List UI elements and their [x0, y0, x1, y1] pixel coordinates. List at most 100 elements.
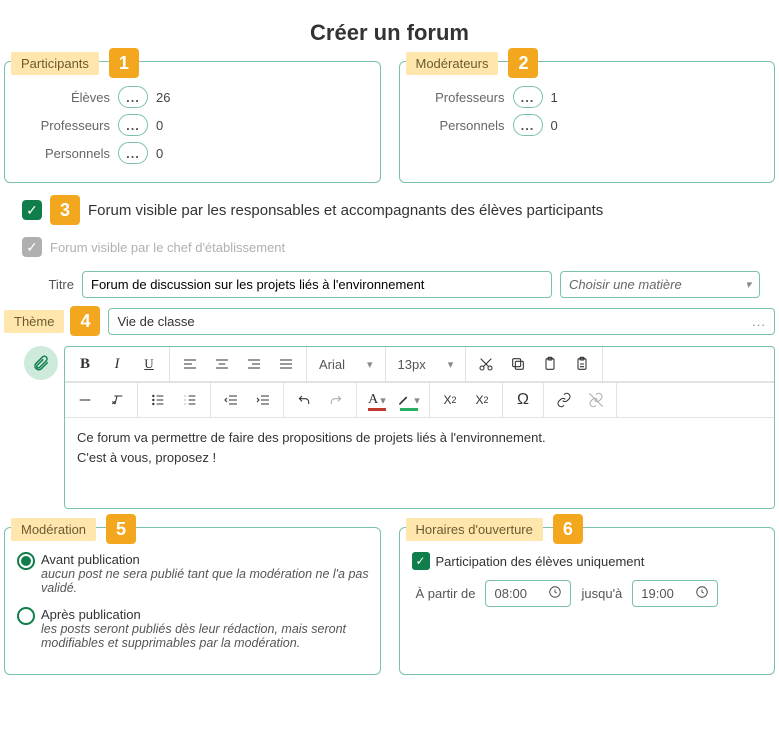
moderation-apres-hint: les posts seront publiés dès leur rédact… — [41, 622, 370, 650]
moderation-apres-title: Après publication — [41, 607, 370, 622]
theme-value: Vie de classe — [117, 314, 194, 329]
editor-content[interactable]: Ce forum va permettre de faire des propo… — [65, 418, 774, 508]
cut-button[interactable] — [472, 351, 500, 377]
mod-profs-picker-button[interactable]: ... — [513, 86, 543, 108]
italic-button[interactable]: I — [103, 351, 131, 377]
moderation-panel: Modération 5 Avant publication aucun pos… — [4, 527, 381, 675]
visible-chef-label: Forum visible par le chef d'établissemen… — [50, 240, 285, 255]
participation-label: Participation des élèves uniquement — [436, 554, 645, 569]
participants-eleves-row: Élèves ... 26 — [15, 86, 370, 108]
from-label: À partir de — [416, 586, 476, 601]
underline-button[interactable]: U — [135, 351, 163, 377]
chevron-down-icon: ▾ — [745, 278, 751, 291]
time-to-input[interactable]: 19:00 — [632, 580, 718, 607]
title-label: Titre — [34, 277, 74, 292]
to-label: jusqu'à — [581, 586, 622, 601]
theme-select[interactable]: Vie de classe ... — [108, 308, 775, 335]
visible-responsables-checkbox[interactable]: ✓ — [22, 200, 42, 220]
visible-chef-checkbox[interactable]: ✓ — [22, 237, 42, 257]
moderators-profs-row: Professeurs ... 1 — [410, 86, 765, 108]
clock-icon — [695, 585, 709, 602]
page-title: Créer un forum — [4, 20, 775, 46]
unlink-button[interactable] — [582, 387, 610, 413]
font-family-select[interactable]: Arial▾ — [313, 351, 379, 377]
mod-perso-label: Personnels — [410, 118, 505, 133]
moderation-avant-hint: aucun post ne sera publié tant que la mo… — [41, 567, 370, 595]
ol-button[interactable] — [176, 387, 204, 413]
eleves-picker-button[interactable]: ... — [118, 86, 148, 108]
participation-checkbox[interactable]: ✓ — [412, 552, 430, 570]
moderators-panel: Modérateurs 2 Professeurs ... 1 Personne… — [399, 61, 776, 183]
title-input[interactable] — [82, 271, 552, 298]
attach-button[interactable] — [24, 346, 58, 380]
profs-picker-button[interactable]: ... — [118, 114, 148, 136]
perso-picker-button[interactable]: ... — [118, 142, 148, 164]
step-badge-2: 2 — [508, 48, 538, 78]
content-line-1: Ce forum va permettre de faire des propo… — [77, 428, 762, 448]
hr-button[interactable] — [71, 387, 99, 413]
redo-button[interactable] — [322, 387, 350, 413]
moderators-label: Modérateurs — [406, 52, 499, 75]
participants-perso-row: Personnels ... 0 — [15, 142, 370, 164]
paste-button[interactable] — [536, 351, 564, 377]
participants-label: Participants — [11, 52, 99, 75]
step-badge-6: 6 — [553, 514, 583, 544]
mod-perso-count: 0 — [551, 118, 558, 133]
editor-toolbar: B I U Arial▾ 13px▾ — [65, 347, 774, 382]
visible-responsables-label: Forum visible par les responsables et ac… — [88, 202, 603, 219]
superscript-button[interactable]: X2 — [468, 387, 496, 413]
step-badge-4: 4 — [70, 306, 100, 336]
participants-panel: Participants 1 Élèves ... 26 Professeurs… — [4, 61, 381, 183]
horaires-panel: Horaires d'ouverture 6 ✓ Participation d… — [399, 527, 776, 675]
subscript-button[interactable]: X2 — [436, 387, 464, 413]
theme-label: Thème — [4, 310, 64, 333]
moderation-avant-radio[interactable] — [17, 552, 35, 570]
mod-perso-picker-button[interactable]: ... — [513, 114, 543, 136]
profs-count: 0 — [156, 118, 163, 133]
theme-more-icon: ... — [752, 314, 766, 329]
text-color-button[interactable]: A▾ — [363, 387, 391, 413]
link-button[interactable] — [550, 387, 578, 413]
mod-profs-count: 1 — [551, 90, 558, 105]
align-right-button[interactable] — [240, 351, 268, 377]
step-badge-1: 1 — [109, 48, 139, 78]
moderation-apres-radio[interactable] — [17, 607, 35, 625]
time-from-input[interactable]: 08:00 — [485, 580, 571, 607]
bold-button[interactable]: B — [71, 351, 99, 377]
time-to-value: 19:00 — [641, 586, 674, 601]
align-center-button[interactable] — [208, 351, 236, 377]
perso-count: 0 — [156, 146, 163, 161]
horaires-label: Horaires d'ouverture — [406, 518, 543, 541]
visible-chef-row: ✓ Forum visible par le chef d'établissem… — [22, 237, 775, 257]
subject-select[interactable]: Choisir une matière ▾ — [560, 271, 760, 298]
align-justify-button[interactable] — [272, 351, 300, 377]
highlight-color-button[interactable]: ▾ — [395, 387, 423, 413]
copy-button[interactable] — [504, 351, 532, 377]
eleves-count: 26 — [156, 90, 170, 105]
special-char-button[interactable]: Ω — [509, 387, 537, 413]
clear-format-button[interactable] — [103, 387, 131, 413]
paste-text-button[interactable] — [568, 351, 596, 377]
time-from-value: 08:00 — [494, 586, 527, 601]
outdent-button[interactable] — [217, 387, 245, 413]
rich-text-editor: B I U Arial▾ 13px▾ — [64, 346, 775, 509]
font-size-select[interactable]: 13px▾ — [392, 351, 460, 377]
align-left-button[interactable] — [176, 351, 204, 377]
moderation-label: Modération — [11, 518, 96, 541]
visible-responsables-row: ✓ 3 Forum visible par les responsables e… — [22, 195, 775, 225]
step-badge-3: 3 — [50, 195, 80, 225]
moderation-avant-title: Avant publication — [41, 552, 370, 567]
profs-label: Professeurs — [15, 118, 110, 133]
undo-button[interactable] — [290, 387, 318, 413]
paperclip-icon — [32, 354, 50, 372]
subject-placeholder: Choisir une matière — [569, 277, 682, 292]
clock-icon — [548, 585, 562, 602]
perso-label: Personnels — [15, 146, 110, 161]
mod-profs-label: Professeurs — [410, 90, 505, 105]
eleves-label: Élèves — [15, 90, 110, 105]
moderators-perso-row: Personnels ... 0 — [410, 114, 765, 136]
participants-profs-row: Professeurs ... 0 — [15, 114, 370, 136]
ul-button[interactable] — [144, 387, 172, 413]
step-badge-5: 5 — [106, 514, 136, 544]
indent-button[interactable] — [249, 387, 277, 413]
